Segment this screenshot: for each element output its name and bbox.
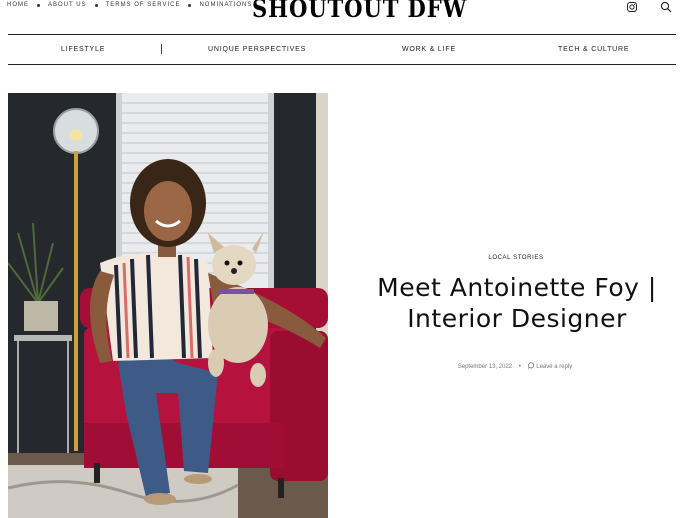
site-logo[interactable]: SHOUTOUT DFW — [252, 0, 467, 23]
article-date[interactable]: September 13, 2022 — [458, 364, 512, 370]
header-icons — [626, 0, 672, 13]
menu-divider — [161, 44, 162, 54]
comment-icon — [527, 362, 537, 370]
leave-reply-link[interactable]: Leave a reply — [536, 364, 572, 370]
menu-item-work-life[interactable]: WORK & LIFE — [402, 46, 456, 53]
article-title: Meet Antoinette Foy | Interior Designer — [352, 272, 682, 334]
top-nav-home[interactable]: HOME — [7, 2, 29, 8]
nav-separator-dot — [37, 3, 40, 7]
nav-separator-dot — [188, 3, 192, 7]
menu-item-lifestyle[interactable]: LIFESTYLE — [61, 46, 105, 53]
article-title-line-1: Meet Antoinette Foy | — [377, 273, 657, 302]
search-icon[interactable] — [660, 0, 672, 13]
instagram-icon[interactable] — [626, 0, 638, 12]
menu-item-unique-perspectives[interactable]: UNIQUE PERSPECTIVES — [208, 46, 306, 53]
nav-separator-dot — [94, 3, 98, 7]
meta-separator: • — [518, 364, 521, 370]
main-menu: LIFESTYLE UNIQUE PERSPECTIVES WORK & LIF… — [8, 34, 676, 65]
menu-item-tech-culture[interactable]: TECH & CULTURE — [558, 46, 629, 53]
top-nav: HOME ABOUT US TERMS OF SERVICE NOMINATIO… — [7, 2, 252, 8]
top-nav-terms[interactable]: TERMS OF SERVICE — [106, 2, 181, 8]
top-nav-about-us[interactable]: ABOUT US — [48, 2, 87, 8]
article-meta: September 13, 2022 • Leave a reply — [420, 362, 610, 370]
article-title-line-2: Interior Designer — [407, 304, 627, 333]
article-category[interactable]: LOCAL STORIES — [436, 255, 596, 261]
top-nav-nominations[interactable]: NOMINATIONS — [199, 2, 252, 8]
featured-image — [8, 93, 328, 518]
